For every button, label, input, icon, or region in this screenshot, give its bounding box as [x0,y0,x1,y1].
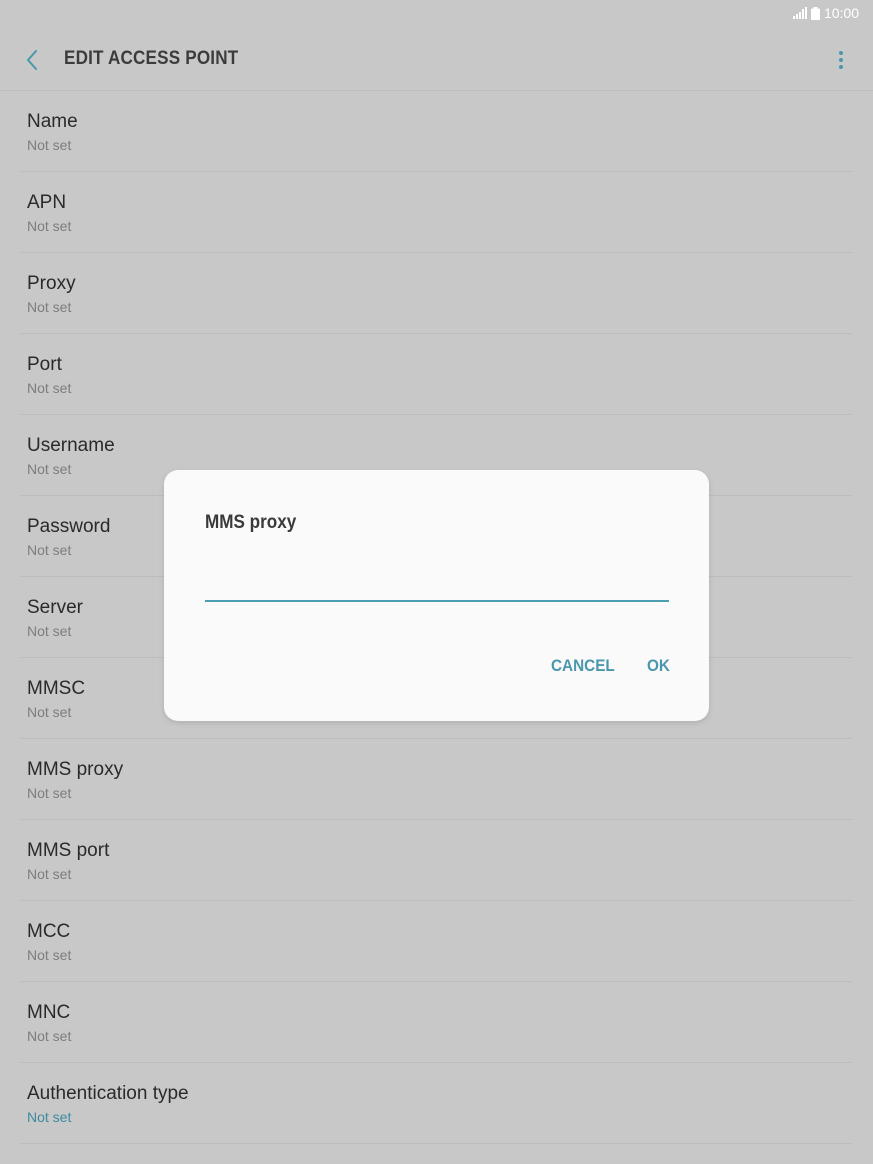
setting-title: MMSC [27,678,86,699]
setting-value: Not set [27,704,72,720]
back-button[interactable] [18,46,46,74]
setting-title: Name [27,111,78,132]
setting-value: Not set [27,1109,72,1125]
setting-title: Username [27,435,115,456]
setting-item-apn[interactable]: APN Not set [21,172,852,253]
setting-title: MNC [27,1002,71,1023]
setting-title: Authentication type [27,1083,189,1104]
setting-value: Not set [27,785,72,801]
setting-value: Not set [27,299,72,315]
setting-title: Proxy [27,273,76,294]
setting-value: Not set [27,1028,72,1044]
status-time: 10:00 [823,5,859,21]
more-options-button[interactable] [831,46,851,74]
setting-item-authentication-type[interactable]: Authentication type Not set [21,1063,852,1144]
setting-value: Not set [27,380,72,396]
setting-item-port[interactable]: Port Not set [21,334,852,415]
setting-title: Password [27,516,111,537]
setting-title: MCC [27,921,71,942]
setting-item-mms-proxy[interactable]: MMS proxy Not set [21,739,852,820]
setting-value: Not set [27,623,72,639]
mms-proxy-input[interactable] [205,566,669,602]
setting-value: Not set [27,866,72,882]
back-chevron-icon [27,50,37,70]
setting-item-mms-port[interactable]: MMS port Not set [21,820,852,901]
battery-icon [810,6,820,20]
cancel-button[interactable]: CANCEL [551,656,615,676]
more-vert-icon [839,51,843,69]
setting-value: Not set [27,542,72,558]
app-bar: EDIT ACCESS POINT [0,28,873,90]
setting-item-proxy[interactable]: Proxy Not set [21,253,852,334]
setting-item-name[interactable]: Name Not set [21,91,852,172]
setting-value: Not set [27,461,72,477]
setting-item-mcc[interactable]: MCC Not set [21,901,852,982]
setting-title: Port [27,354,62,375]
signal-icon [792,7,807,19]
setting-item-mnc[interactable]: MNC Not set [21,982,852,1063]
page-title: EDIT ACCESS POINT [64,48,239,69]
mms-proxy-dialog: MMS proxy CANCEL OK [164,470,709,721]
setting-title: MMS port [27,840,110,861]
status-icons: 10:00 [792,5,859,21]
setting-title: APN [27,192,67,213]
ok-button[interactable]: OK [647,656,670,676]
setting-value: Not set [27,218,72,234]
setting-title: MMS proxy [27,759,124,780]
status-bar: 10:00 [0,0,873,28]
setting-value: Not set [27,137,72,153]
dialog-title: MMS proxy [205,512,297,533]
setting-title: Server [27,597,83,618]
setting-value: Not set [27,947,72,963]
